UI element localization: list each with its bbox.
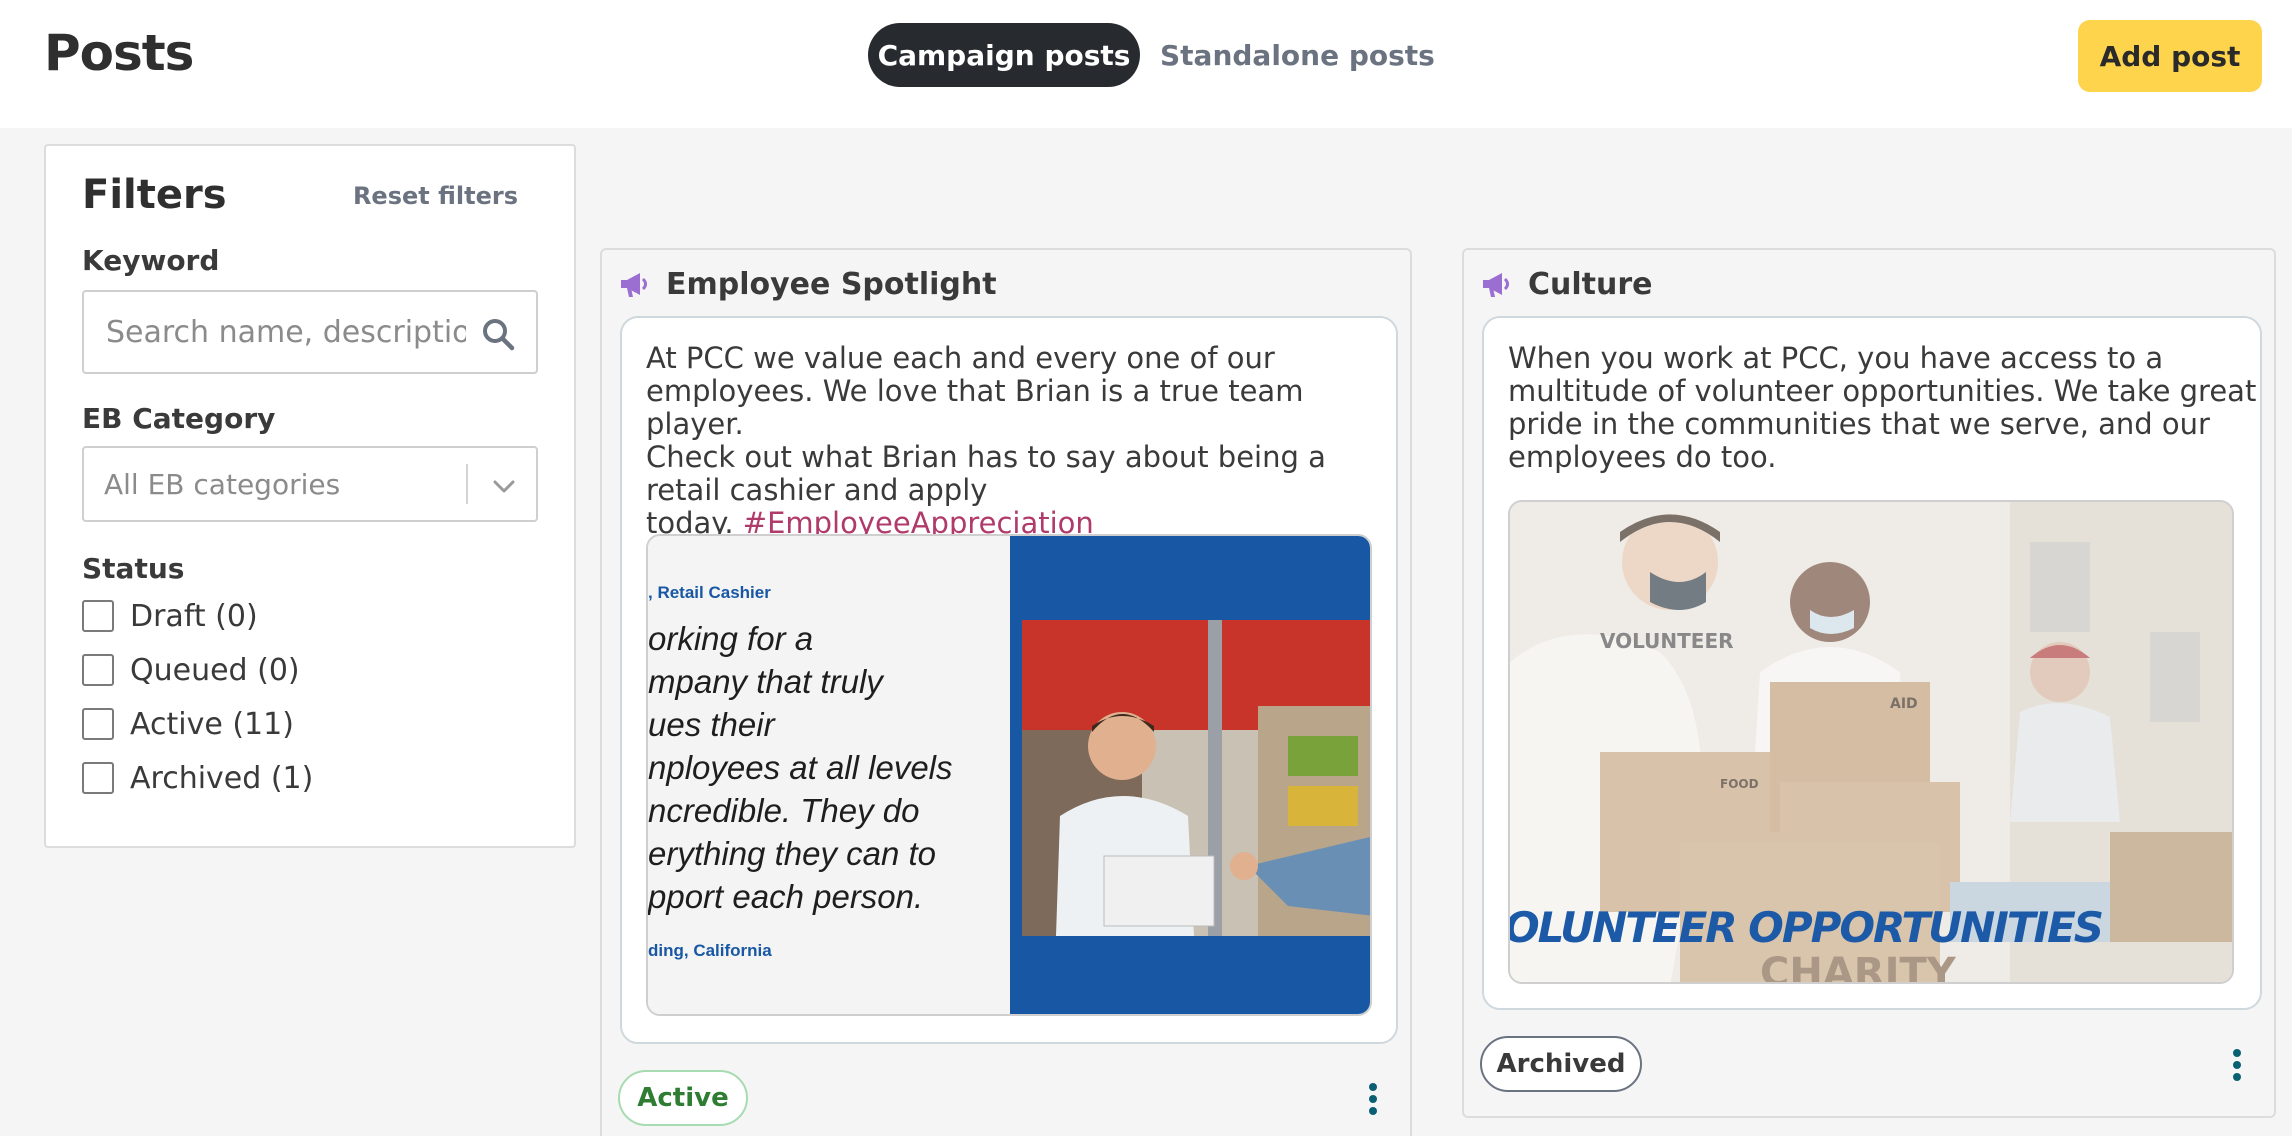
status-option-archived[interactable]: Archived (1) [82, 758, 313, 798]
megaphone-icon [621, 273, 647, 297]
status-archived-checkbox[interactable] [82, 762, 114, 794]
post-card[interactable]: Culture When you work at PCC, you have a… [1462, 248, 2276, 1118]
page-title: Posts [44, 24, 194, 82]
add-post-button[interactable]: Add post [2078, 20, 2262, 92]
image-quote-line: erything they can to [648, 835, 936, 872]
more-options-icon[interactable] [1366, 1082, 1380, 1116]
status-draft-checkbox[interactable] [82, 600, 114, 632]
image-caption-top: , Retail Cashier [648, 583, 771, 602]
post-text: At PCC we value each and every one of ou… [646, 342, 1396, 540]
post-text-line: pride in the communities that we serve, … [1508, 407, 2210, 441]
post-text-line: Check out what Brian has to say about be… [646, 440, 1326, 474]
status-option-queued[interactable]: Queued (0) [82, 650, 300, 690]
eb-category-label: EB Category [82, 402, 276, 435]
megaphone-icon [1483, 273, 1509, 297]
search-icon[interactable] [480, 316, 516, 352]
post-image: VOLUNTEER AID FOOD CHARITY LUNTEER OPPOR… [1508, 500, 2234, 984]
post-card-header: Employee Spotlight [618, 264, 997, 304]
status-active-label: Active (11) [130, 706, 294, 742]
post-category-title: Employee Spotlight [666, 266, 997, 302]
status-label: Status [82, 552, 185, 585]
post-card[interactable]: Employee Spotlight At PCC we value each … [600, 248, 1412, 1136]
post-card-header: Culture [1480, 264, 1653, 304]
status-option-active[interactable]: Active (11) [82, 704, 294, 744]
status-queued-label: Queued (0) [130, 652, 300, 688]
post-text-line: At PCC we value each and every one of ou… [646, 341, 1275, 375]
image-overlay-text: OLUNTEER OPPORTUNITIES [1510, 903, 2104, 952]
status-archived-label: Archived (1) [130, 760, 314, 796]
top-bar: Posts Campaign posts Standalone posts Ad… [0, 0, 2292, 128]
image-quote-line: pport each person. [648, 878, 923, 915]
volunteer-graphic: VOLUNTEER AID FOOD CHARITY LUNTEER OPPOR… [1510, 502, 2232, 982]
status-queued-checkbox[interactable] [82, 654, 114, 686]
status-badge: Archived [1480, 1036, 1642, 1092]
post-content: At PCC we value each and every one of ou… [620, 316, 1398, 1044]
keyword-search-field[interactable] [82, 290, 538, 374]
post-text-line: When you work at PCC, you have access to… [1508, 341, 2164, 375]
tab-campaign-posts[interactable]: Campaign posts [868, 23, 1140, 87]
eb-category-select[interactable]: All EB categories [82, 446, 538, 522]
keyword-search-input[interactable] [106, 312, 466, 352]
post-image: , Retail Cashier orking for a mpany that… [646, 534, 1372, 1016]
image-caption-bottom: ding, California [648, 941, 772, 960]
eb-category-value: All EB categories [104, 468, 341, 501]
keyword-label: Keyword [82, 244, 220, 277]
post-category-title: Culture [1528, 266, 1653, 302]
image-quote-line: ues their [648, 706, 777, 743]
filters-panel: Filters Reset filters Keyword EB Categor… [44, 144, 576, 848]
post-text-line: employees do too. [1508, 440, 1777, 474]
image-quote-line: mpany that truly [648, 663, 885, 700]
reset-filters-link[interactable]: Reset filters [353, 182, 518, 210]
status-draft-label: Draft (0) [130, 598, 258, 634]
image-quote-line: orking for a [648, 620, 813, 657]
status-badge: Active [618, 1070, 748, 1126]
post-text-line: employees. We love that Brian is a true … [646, 374, 1304, 441]
chevron-down-icon[interactable] [490, 472, 518, 500]
status-option-draft[interactable]: Draft (0) [82, 596, 258, 636]
more-options-icon[interactable] [2230, 1048, 2244, 1082]
image-quote-line: ncredible. They do [648, 792, 920, 829]
post-text-line: multitude of volunteer opportunities. We… [1508, 374, 2257, 408]
spotlight-graphic: , Retail Cashier orking for a mpany that… [648, 536, 1370, 1014]
post-content: When you work at PCC, you have access to… [1482, 316, 2262, 1010]
status-active-checkbox[interactable] [82, 708, 114, 740]
post-text: When you work at PCC, you have access to… [1508, 342, 2256, 474]
filters-title: Filters [82, 172, 227, 218]
image-quote-line: nployees at all levels [648, 749, 953, 786]
tab-standalone-posts[interactable]: Standalone posts [1160, 23, 1435, 87]
post-text-line: retail cashier and apply [646, 473, 988, 507]
select-divider [466, 464, 468, 504]
